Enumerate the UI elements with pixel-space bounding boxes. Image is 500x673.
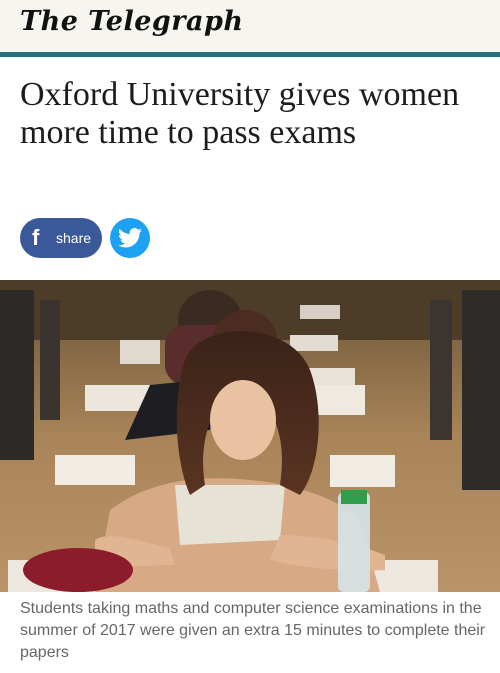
masthead-divider — [0, 52, 500, 57]
twitter-share-button[interactable] — [110, 218, 150, 258]
photo-caption: Students taking maths and computer scien… — [20, 600, 486, 661]
facebook-share-label: share — [56, 230, 92, 246]
article-headline: Oxford University gives women more time … — [20, 76, 460, 151]
twitter-icon — [118, 228, 142, 248]
telegraph-logo[interactable]: The Telegraph — [20, 6, 244, 37]
masthead: The Telegraph — [0, 0, 500, 52]
article-photo — [0, 280, 500, 592]
facebook-share-button[interactable]: f share — [20, 218, 102, 258]
facebook-icon: f — [32, 225, 40, 250]
